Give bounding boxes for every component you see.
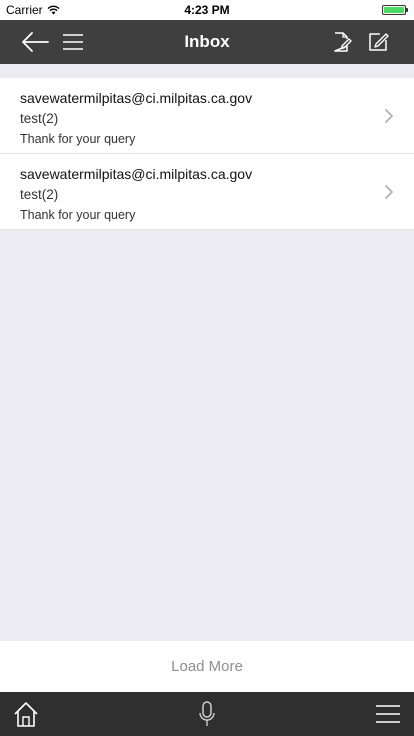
more-menu-button[interactable] bbox=[374, 700, 402, 728]
message-preview: Thank for your query bbox=[20, 132, 136, 146]
message-subject: test(2) bbox=[20, 187, 59, 202]
status-bar: Carrier 4:23 PM bbox=[0, 0, 414, 20]
hamburger-icon bbox=[376, 705, 400, 723]
message-sender: savewatermilpitas@ci.milpitas.ca.gov bbox=[20, 90, 253, 106]
document-edit-icon bbox=[334, 32, 352, 52]
chevron-right-icon bbox=[385, 185, 393, 199]
draft-button[interactable] bbox=[330, 30, 358, 54]
compose-button[interactable] bbox=[366, 30, 394, 54]
message-item[interactable]: savewatermilpitas@ci.milpitas.ca.gov tes… bbox=[0, 78, 414, 154]
message-sender: savewatermilpitas@ci.milpitas.ca.gov bbox=[20, 166, 253, 182]
bottom-toolbar bbox=[0, 692, 414, 736]
message-list: savewatermilpitas@ci.milpitas.ca.gov tes… bbox=[0, 78, 414, 230]
voice-button[interactable] bbox=[193, 700, 221, 728]
home-icon bbox=[14, 702, 38, 727]
nav-bar: Inbox bbox=[0, 20, 414, 64]
message-item[interactable]: savewatermilpitas@ci.milpitas.ca.gov tes… bbox=[0, 154, 414, 230]
message-subject: test(2) bbox=[20, 111, 59, 126]
message-preview: Thank for your query bbox=[20, 208, 136, 222]
chevron-right-icon bbox=[385, 109, 393, 123]
battery-icon bbox=[382, 5, 408, 15]
microphone-icon bbox=[199, 701, 215, 726]
compose-icon bbox=[369, 33, 389, 51]
home-button[interactable] bbox=[12, 700, 40, 728]
load-more-button[interactable]: Load More bbox=[0, 641, 414, 692]
status-time: 4:23 PM bbox=[184, 3, 230, 17]
